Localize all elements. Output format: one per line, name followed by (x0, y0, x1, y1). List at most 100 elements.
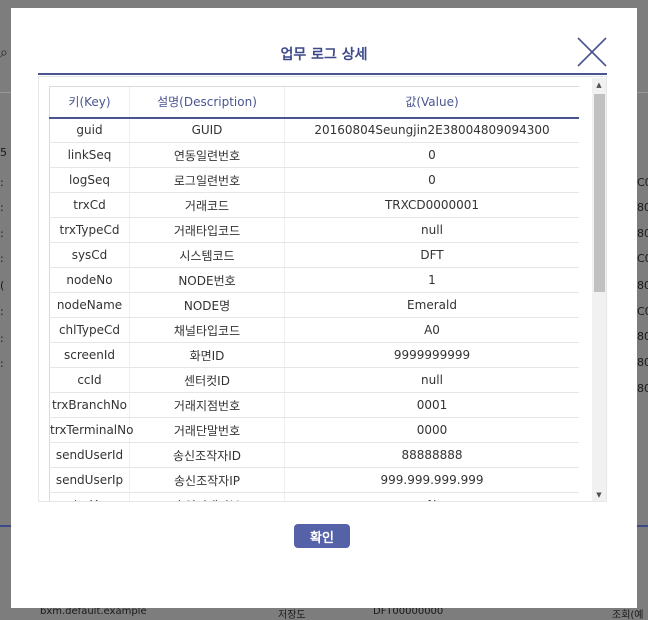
cell-value: A0 (284, 317, 579, 343)
table-header-row: 키(Key) 설명(Description) 값(Value) (49, 86, 579, 119)
cell-value: 0001 (284, 392, 579, 418)
work-log-detail-dialog: 업무 로그 상세 키(Key) 설명(Description) 값(Value)… (11, 8, 637, 608)
table-row: screenId 화면ID 9999999999 (49, 342, 579, 368)
cell-value: 999.999.999.999 (284, 467, 579, 493)
vertical-scrollbar[interactable]: ▲ ▼ (592, 78, 606, 501)
cell-value: TRXCD0000001 (284, 192, 579, 218)
scroll-up-arrow-icon[interactable]: ▲ (592, 78, 606, 92)
close-button[interactable] (576, 36, 608, 68)
column-header-description: 설명(Description) (129, 86, 285, 119)
bg-left-fragment: ( (0, 279, 5, 292)
bg-left-fragment: : (0, 227, 4, 240)
cell-description: 화면ID (129, 342, 285, 368)
column-header-value: 값(Value) (284, 86, 579, 119)
cell-key: sendUserId (49, 442, 130, 468)
cell-key: logSeq (49, 167, 130, 193)
cell-value: 0 (284, 167, 579, 193)
table-row: guid GUID 20160804Seungjin2E38004809094300 (49, 117, 579, 143)
cell-key: guid (49, 117, 130, 143)
cell-description: NODE명 (129, 292, 285, 318)
cell-value: 9999999999 (284, 342, 579, 368)
bg-bottom-right: 조회(예 (612, 610, 644, 620)
bg-right-fragment: 80 (637, 279, 648, 292)
table-row: trxTerminalNo 거래단말번호 0000 (49, 417, 579, 443)
table-row: nodeNo NODE번호 1 (49, 267, 579, 293)
cell-description: 연동일련번호 (129, 142, 285, 168)
cell-description: 센터컷ID (129, 367, 285, 393)
bg-left-fragment: 5 (0, 146, 7, 159)
cell-value: null (284, 217, 579, 243)
bg-right-fragment: C0 (637, 305, 648, 318)
bg-divider (0, 92, 11, 93)
cell-key: sysCd (49, 242, 130, 268)
confirm-button[interactable]: 확인 (294, 524, 350, 548)
bg-right-fragment: 80 (637, 201, 648, 214)
cell-key: linkSeq (49, 142, 130, 168)
table-row: chlTypeCd 채널타입코드 A0 (49, 317, 579, 343)
cell-key: trxCd (49, 192, 130, 218)
cell-description: 거래단말번호 (129, 417, 285, 443)
cell-value: null (284, 367, 579, 393)
bg-left-fragment: : (0, 252, 4, 265)
close-x-icon (577, 37, 607, 67)
cell-description: 거래코드 (129, 192, 285, 218)
bg-divider (0, 525, 11, 527)
bg-right-fragment: C0 (637, 252, 648, 265)
cell-description: 송신조작자IP (129, 467, 285, 493)
bg-right-fragment: C0 (637, 176, 648, 189)
cell-description: 거래타입코드 (129, 217, 285, 243)
bg-right-fragment: 80 (637, 356, 648, 369)
bg-left-fragment: : (0, 332, 4, 345)
cell-description: 거래지점번호 (129, 392, 285, 418)
title-divider (38, 73, 607, 75)
cell-description: 로그일련번호 (129, 167, 285, 193)
dialog-title: 업무 로그 상세 (280, 47, 368, 63)
cell-description: 송신조작자ID (129, 442, 285, 468)
column-header-key: 키(Key) (49, 86, 130, 119)
table-row: sendUserId 송신조작자ID 88888888 (49, 442, 579, 468)
cell-key: trxYn (49, 492, 130, 501)
scroll-down-arrow-icon[interactable]: ▼ (592, 488, 606, 501)
table-row: sendUserIp 송신조작자IP 999.999.999.999 (49, 467, 579, 493)
bg-right-fragment: 80 (637, 227, 648, 240)
log-detail-table-panel: 키(Key) 설명(Description) 값(Value) guid GUID… (38, 76, 607, 502)
cell-key: ccId (49, 367, 130, 393)
cell-key: trxTerminalNo (49, 417, 133, 443)
table-row: ccId 센터컷ID null (49, 367, 579, 393)
table-scroll-area[interactable]: 키(Key) 설명(Description) 값(Value) guid GUID… (49, 86, 579, 501)
cell-key: trxTypeCd (49, 217, 130, 243)
bg-divider (637, 525, 648, 527)
cell-value: 1 (284, 267, 579, 293)
table-row: logSeq 로그일련번호 0 (49, 167, 579, 193)
cell-description: GUID (129, 117, 285, 143)
bg-divider (637, 92, 648, 93)
cell-value: 0000 (284, 417, 579, 443)
cell-key: nodeNo (49, 267, 130, 293)
table-row: trxCd 거래코드 TRXCD0000001 (49, 192, 579, 218)
log-detail-table: 키(Key) 설명(Description) 값(Value) guid GUID… (49, 86, 579, 501)
bg-right-fragment: 80 (637, 330, 648, 343)
bg-right-fragment: 80 (637, 382, 648, 395)
table-row: trxYn승인거래여부N (49, 492, 579, 501)
scrollbar-thumb[interactable] (594, 94, 605, 292)
cell-key: screenId (49, 342, 130, 368)
cell-value: 0 (284, 142, 579, 168)
bg-left-fragment: : (0, 305, 4, 318)
table-row: nodeName NODE명 Emerald (49, 292, 579, 318)
bg-left-fragment: : (0, 176, 4, 189)
table-row: linkSeq 연동일련번호 0 (49, 142, 579, 168)
cell-key: trxBranchNo (49, 392, 130, 418)
cell-value: 20160804Seungjin2E38004809094300 (284, 117, 579, 143)
table-row: trxTypeCd 거래타입코드 null (49, 217, 579, 243)
table-row: sysCd 시스템코드 DFT (49, 242, 579, 268)
cell-description: NODE번호 (129, 267, 285, 293)
cell-value: DFT (284, 242, 579, 268)
cell-key: nodeName (49, 292, 130, 318)
bg-left-fragment: : (0, 201, 4, 214)
cell-value: 88888888 (284, 442, 579, 468)
cell-key: sendUserIp (49, 467, 130, 493)
cell-value: N (284, 492, 579, 501)
cell-key: chlTypeCd (49, 317, 130, 343)
cell-value: Emerald (284, 292, 579, 318)
bg-left-fragment: : (0, 357, 4, 370)
